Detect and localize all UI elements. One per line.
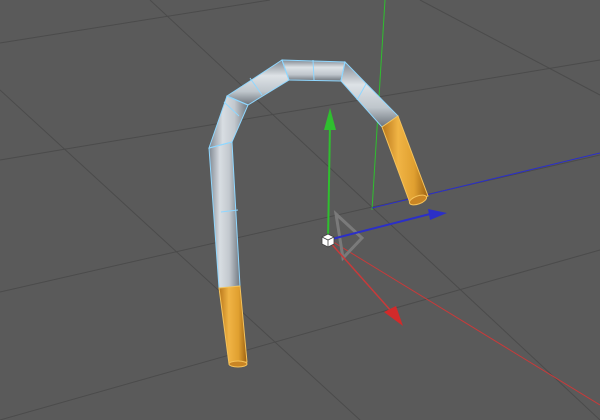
- cube-icon[interactable]: [321, 233, 335, 248]
- 3d-viewport[interactable]: [0, 0, 600, 420]
- viewport-canvas[interactable]: [0, 0, 600, 420]
- tube-left-end-cap: [228, 360, 248, 368]
